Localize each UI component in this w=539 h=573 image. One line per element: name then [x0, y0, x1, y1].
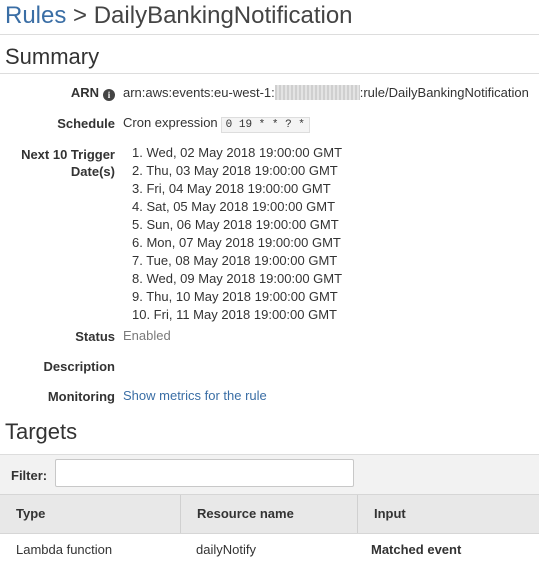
- filter-label: Filter:: [11, 468, 48, 483]
- schedule-label: Schedule: [57, 116, 115, 131]
- next-trigger-label: Next 10 Trigger Date(s): [5, 146, 115, 180]
- next-trigger-label-line1: Next 10 Trigger: [21, 147, 115, 162]
- column-header-resource-name[interactable]: Resource name: [180, 495, 357, 533]
- trigger-date-item: 10. Fri, 11 May 2018 19:00:00 GMT: [132, 307, 337, 322]
- show-metrics-link[interactable]: Show metrics for the rule: [123, 387, 267, 404]
- column-header-input[interactable]: Input: [357, 495, 539, 533]
- divider: [0, 34, 539, 35]
- trigger-date-item: 8. Wed, 09 May 2018 19:00:00 GMT: [132, 271, 343, 286]
- targets-table-header: Type Resource name Input: [0, 494, 539, 534]
- next-trigger-label-line2: Date(s): [70, 164, 115, 179]
- page-title: DailyBankingNotification: [93, 2, 353, 29]
- trigger-date-item: 9. Thu, 10 May 2018 19:00:00 GMT: [132, 289, 338, 304]
- arn-value: arn:aws:events:eu-west-1: :rule/DailyBank…: [123, 84, 529, 101]
- trigger-date-item: 3. Fri, 04 May 2018 19:00:00 GMT: [132, 181, 331, 196]
- schedule-value: Cron expression 0 19 * * ? *: [123, 114, 310, 134]
- trigger-date-item: 7. Tue, 08 May 2018 19:00:00 GMT: [132, 253, 338, 268]
- status-label: Status: [75, 329, 115, 344]
- target-input-cell: Matched event: [371, 542, 462, 557]
- trigger-date-item: 4. Sat, 05 May 2018 19:00:00 GMT: [132, 199, 336, 214]
- trigger-date-item: 6. Mon, 07 May 2018 19:00:00 GMT: [132, 235, 341, 250]
- summary-heading: Summary: [5, 44, 100, 69]
- breadcrumb: Rules > DailyBankingNotification: [5, 0, 353, 32]
- redacted-account-id: [274, 85, 360, 100]
- resource-name-link[interactable]: dailyNotify: [196, 540, 256, 560]
- targets-heading: Targets: [5, 419, 78, 444]
- arn-suffix: :rule/DailyBankingNotification: [359, 85, 529, 100]
- arn-prefix: arn:aws:events:eu-west-1:: [123, 85, 275, 100]
- trigger-date-item: 1. Wed, 02 May 2018 19:00:00 GMT: [132, 145, 343, 160]
- filter-bar: Filter:: [0, 454, 539, 495]
- filter-input[interactable]: [55, 459, 354, 487]
- target-type-cell: Lambda function: [16, 542, 113, 557]
- status-value: Enabled: [123, 328, 171, 343]
- trigger-date-item: 2. Thu, 03 May 2018 19:00:00 GMT: [132, 163, 338, 178]
- monitoring-label: Monitoring: [47, 389, 115, 404]
- column-header-type[interactable]: Type: [0, 495, 180, 533]
- trigger-date-item: 5. Sun, 06 May 2018 19:00:00 GMT: [132, 217, 339, 232]
- description-label: Description: [43, 359, 115, 374]
- cron-expression: 0 19 * * ? *: [220, 117, 310, 133]
- arn-label: ARN i: [5, 84, 115, 101]
- next-trigger-dates: 1. Wed, 02 May 2018 19:00:00 GMT 2. Thu,…: [132, 144, 342, 324]
- arn-label-text: ARN: [70, 85, 99, 100]
- info-icon[interactable]: i: [103, 89, 115, 101]
- breadcrumb-separator: >: [73, 2, 88, 29]
- schedule-type: Cron expression: [123, 115, 218, 130]
- divider: [0, 73, 539, 74]
- breadcrumb-rules-link[interactable]: Rules: [5, 2, 66, 29]
